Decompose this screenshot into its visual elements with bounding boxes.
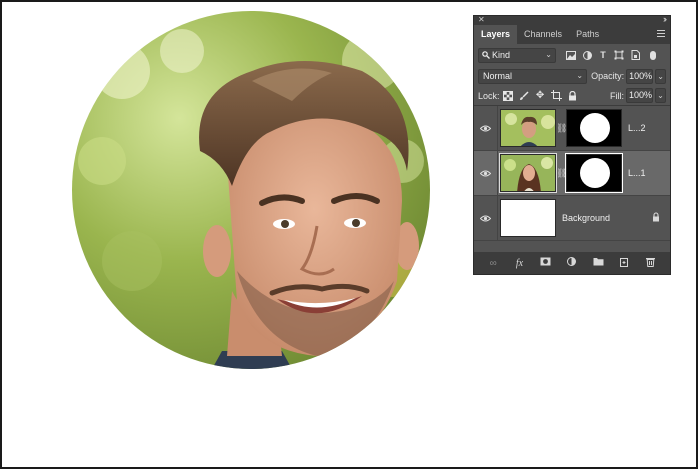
link-layers-icon[interactable]: ∞ — [486, 258, 500, 269]
layers-panel: ✕ ›› Layers Channels Paths Kind ⌄ T Norm… — [473, 14, 671, 275]
chevron-down-icon: ⌄ — [576, 70, 584, 80]
new-group-icon[interactable] — [591, 257, 605, 269]
layer-mask-thumbnail[interactable] — [566, 109, 622, 147]
filter-kind-label: Kind — [492, 50, 511, 60]
document-canvas[interactable]: ✕ ›› Layers Channels Paths Kind ⌄ T Norm… — [0, 0, 698, 469]
layer-thumbnail-man[interactable] — [500, 109, 556, 147]
lock-icon — [653, 212, 659, 222]
portrait-photo-circle — [72, 11, 430, 369]
eye-icon[interactable] — [474, 196, 498, 240]
blend-row: Normal ⌄ Opacity: 100% ⌄ — [474, 66, 670, 86]
lock-all-icon[interactable] — [567, 90, 578, 101]
layer-name[interactable]: L...1 — [628, 168, 646, 178]
chevron-down-icon: ⌄ — [545, 49, 552, 59]
adjustment-layer-icon[interactable] — [565, 257, 579, 269]
new-layer-icon[interactable] — [618, 257, 632, 270]
layer-thumbnail-woman[interactable] — [499, 153, 557, 193]
blend-mode-value: Normal — [483, 71, 513, 81]
lock-paint-icon[interactable] — [519, 90, 530, 101]
panel-menu-icon[interactable] — [657, 30, 665, 38]
layer-name[interactable]: Background — [562, 213, 610, 223]
smart-object-filter-icon[interactable] — [630, 50, 640, 60]
tab-layers[interactable]: Layers — [474, 25, 518, 44]
filter-kind-select[interactable]: Kind ⌄ — [478, 47, 556, 63]
blend-mode-select[interactable]: Normal ⌄ — [478, 68, 588, 84]
lock-transparency-icon[interactable] — [503, 90, 514, 101]
filter-row: Kind ⌄ T — [474, 44, 670, 66]
pixel-filter-icon[interactable] — [566, 50, 576, 60]
collapse-icon[interactable]: ›› — [663, 14, 667, 24]
layer-row-background[interactable]: Background — [474, 196, 670, 241]
eye-icon[interactable] — [474, 106, 498, 150]
layer-mask-thumbnail[interactable] — [565, 153, 623, 193]
add-mask-icon[interactable] — [539, 257, 553, 269]
layer-row-1[interactable]: ⛓ L...1 — [474, 151, 670, 196]
chain-link-icon[interactable]: ⛓ — [556, 123, 567, 134]
panel-header: ✕ ›› — [474, 14, 670, 25]
opacity-label: Opacity: — [591, 71, 625, 81]
search-icon — [482, 51, 490, 59]
layer-thumbnail-background[interactable] — [500, 199, 556, 237]
portrait-image — [72, 11, 430, 369]
eye-icon[interactable] — [474, 151, 498, 195]
fill-dropdown[interactable]: ⌄ — [655, 88, 666, 103]
fill-input[interactable]: 100% — [626, 88, 653, 103]
tab-paths[interactable]: Paths — [569, 25, 606, 44]
fill-label: Fill: — [610, 90, 624, 101]
layer-row-2[interactable]: ⛓ L...2 — [474, 106, 670, 151]
trash-icon[interactable] — [644, 257, 658, 270]
panel-tabs: Layers Channels Paths — [474, 25, 670, 44]
lock-row: Lock: ✥ Fill: 100% ⌄ — [474, 86, 670, 106]
lock-position-icon[interactable]: ✥ — [535, 90, 546, 101]
type-filter-icon[interactable]: T — [598, 50, 608, 60]
close-icon[interactable]: ✕ — [478, 15, 485, 24]
lock-artboard-icon[interactable] — [550, 90, 562, 101]
layer-name[interactable]: L...2 — [628, 123, 646, 133]
layers-panel-footer: ∞ fx — [474, 252, 670, 274]
tab-channels[interactable]: Channels — [517, 25, 569, 44]
filter-toggle-icon[interactable] — [650, 50, 656, 60]
shape-filter-icon[interactable] — [614, 50, 624, 60]
opacity-dropdown[interactable]: ⌄ — [655, 68, 666, 84]
opacity-input[interactable]: 100% — [626, 68, 654, 84]
chain-link-icon[interactable]: ⛓ — [556, 168, 567, 179]
lock-label: Lock: — [478, 90, 500, 101]
adjustment-filter-icon[interactable] — [582, 50, 592, 60]
fx-icon[interactable]: fx — [512, 258, 526, 269]
